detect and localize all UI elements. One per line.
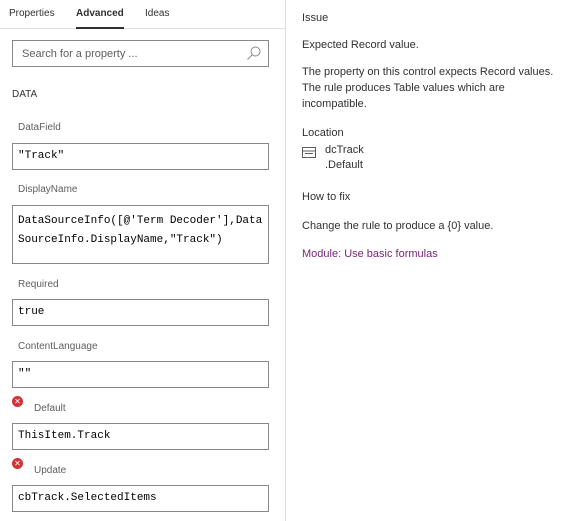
tab-bar: Properties Advanced Ideas (0, 0, 285, 29)
issue-title: Expected Record value. (302, 39, 419, 51)
tab-advanced[interactable]: Advanced (76, 8, 124, 29)
howtofix-heading: How to fix (302, 191, 351, 203)
displayname-formula[interactable]: DataSourceInfo([@'Term Decoder'],DataSou… (12, 205, 269, 264)
displayname-label: DisplayName (18, 184, 78, 195)
section-header-data: DATA (12, 89, 38, 100)
control-icon (302, 147, 316, 158)
datafield-label: DataField (18, 122, 61, 133)
issue-description: The property on this control expects Rec… (302, 66, 554, 110)
contentlanguage-label: ContentLanguage (18, 341, 98, 352)
default-error-icon[interactable]: ✕ (12, 396, 23, 407)
default-formula[interactable]: ThisItem.Track (12, 423, 269, 450)
search-box (12, 40, 269, 67)
howtofix-text: Change the rule to produce a {0} value. (302, 220, 494, 232)
module-link[interactable]: Module: Use basic formulas (302, 248, 438, 260)
default-label: Default (34, 403, 66, 414)
contentlanguage-formula[interactable]: "" (12, 361, 269, 388)
tab-properties[interactable]: Properties (9, 8, 55, 19)
issue-heading: Issue (302, 12, 329, 24)
tab-ideas[interactable]: Ideas (145, 8, 169, 19)
location-control-name[interactable]: dcTrack (325, 144, 364, 156)
search-icon[interactable] (246, 45, 262, 61)
update-formula[interactable]: cbTrack.SelectedItems (12, 485, 269, 512)
update-label: Update (34, 465, 67, 476)
properties-pane: Properties Advanced Ideas DATA DataField… (0, 0, 286, 521)
search-input[interactable] (22, 47, 237, 61)
required-formula[interactable]: true (12, 299, 269, 326)
update-error-icon[interactable]: ✕ (12, 458, 23, 469)
datafield-formula[interactable]: "Track" (12, 143, 269, 170)
required-label: Required (18, 279, 59, 290)
location-heading: Location (302, 127, 344, 139)
location-property-name: .Default (325, 159, 363, 171)
